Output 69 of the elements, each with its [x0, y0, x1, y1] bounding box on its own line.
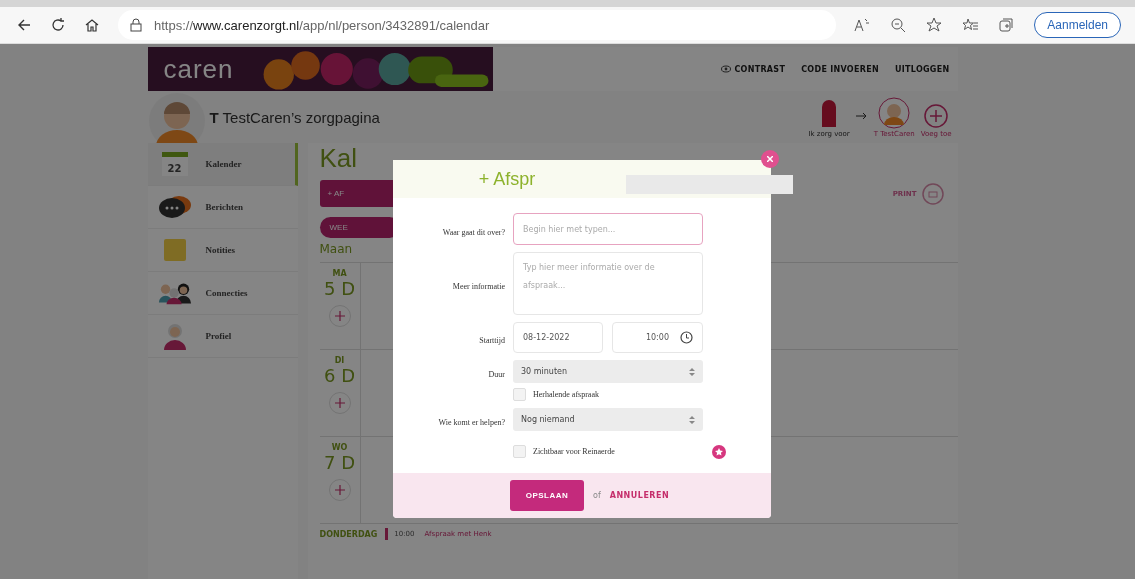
chat-bubbles-icon: [157, 194, 192, 220]
star-icon: [926, 17, 943, 33]
header-link[interactable]: UITLOGGEN: [894, 64, 950, 74]
eye-icon: [721, 65, 732, 73]
home-icon: [84, 17, 100, 33]
weekday-label: DI: [334, 356, 345, 365]
field-label: Wie komt er helpen?: [438, 418, 505, 427]
select-dropdown[interactable]: 30 minuten: [513, 360, 703, 383]
people-icon: [157, 281, 192, 305]
day-date: 6 D: [323, 365, 355, 386]
read-aloud-icon: [854, 17, 871, 33]
note-icon: [162, 238, 187, 262]
checkbox[interactable]: [513, 388, 526, 401]
print-icon: [921, 182, 944, 205]
collections-icon: [998, 17, 1015, 33]
dialog-title: + Afspr: [478, 168, 536, 190]
cancel-link[interactable]: ANNULEREN: [609, 491, 670, 500]
header-link[interactable]: CODE INVOEREN: [801, 64, 879, 74]
address-bar[interactable]: https://www.carenzorgt.nl/app/nl/person/3432891/calendar: [118, 10, 837, 40]
sidebar-item[interactable]: Connecties: [147, 272, 298, 315]
logo-text[interactable]: caren: [147, 53, 252, 85]
sidebar-item[interactable]: Berichten: [147, 186, 298, 229]
weekday-label: WO: [331, 443, 348, 452]
sidebar-item[interactable]: Notities: [147, 229, 298, 272]
weekday-label: DONDERDAG: [319, 530, 378, 539]
save-button[interactable]: OPSLAAN: [510, 480, 584, 511]
sidebar-item[interactable]: 22 Kalender: [147, 143, 298, 186]
updown-arrows-icon: [689, 414, 695, 425]
person-avatar-icon: [878, 96, 911, 129]
updown-arrows-icon: [689, 366, 695, 377]
day-date: 5 D: [323, 278, 355, 299]
calendar-date: 22: [167, 163, 182, 174]
zoom-icon: [890, 17, 907, 33]
textarea-input[interactable]: Typ hier meer informatie over de afspraak...: [513, 252, 703, 315]
clock-icon: [680, 331, 693, 344]
field-label: Duur: [488, 370, 505, 379]
url-text: https://www.carenzorgt.nl/app/nl/person/3432891/calendar: [154, 17, 490, 33]
reload-icon: [50, 17, 66, 33]
sidebar-item[interactable]: Profiel: [147, 315, 298, 358]
checkbox-option[interactable]: Zichtbaar voor Reinaerde: [513, 445, 615, 458]
add-button[interactable]: [328, 479, 351, 501]
weekday-label: MA: [332, 269, 347, 278]
text-input[interactable]: Begin hier met typen...: [513, 213, 703, 245]
lock-icon: [130, 18, 142, 32]
arrow-right-icon: [855, 111, 868, 120]
date-input[interactable]: 08-12-2022: [513, 322, 603, 353]
day-date: 7 D: [323, 452, 355, 473]
add-icon: [923, 102, 950, 129]
checkbox-option[interactable]: Herhalende afspraak: [513, 388, 599, 401]
field-label: Starttijd: [479, 336, 505, 345]
page-title: T TestCaren’s zorgpagina: [209, 108, 380, 126]
page-heading: Kal: [319, 143, 358, 173]
plus-icon: [334, 398, 345, 408]
time-input[interactable]: 10:00: [612, 322, 703, 353]
header-link[interactable]: CONTRAST: [721, 64, 786, 74]
checkbox[interactable]: [513, 445, 526, 458]
or-text: of: [593, 491, 601, 500]
back-icon: [16, 17, 32, 33]
select-dropdown[interactable]: Nog niemand: [513, 408, 703, 431]
sign-in-button[interactable]: Aanmelden: [1034, 12, 1121, 38]
add-button[interactable]: [328, 305, 351, 327]
field-label: Meer informatie: [452, 282, 505, 291]
plus-icon: [334, 485, 345, 495]
field-label: Waar gaat dit over?: [442, 227, 505, 237]
add-button[interactable]: [328, 392, 351, 414]
favorites-icon: [962, 17, 979, 33]
plus-icon: [334, 311, 345, 321]
person-icon: [162, 322, 187, 350]
close-icon: [767, 156, 773, 162]
